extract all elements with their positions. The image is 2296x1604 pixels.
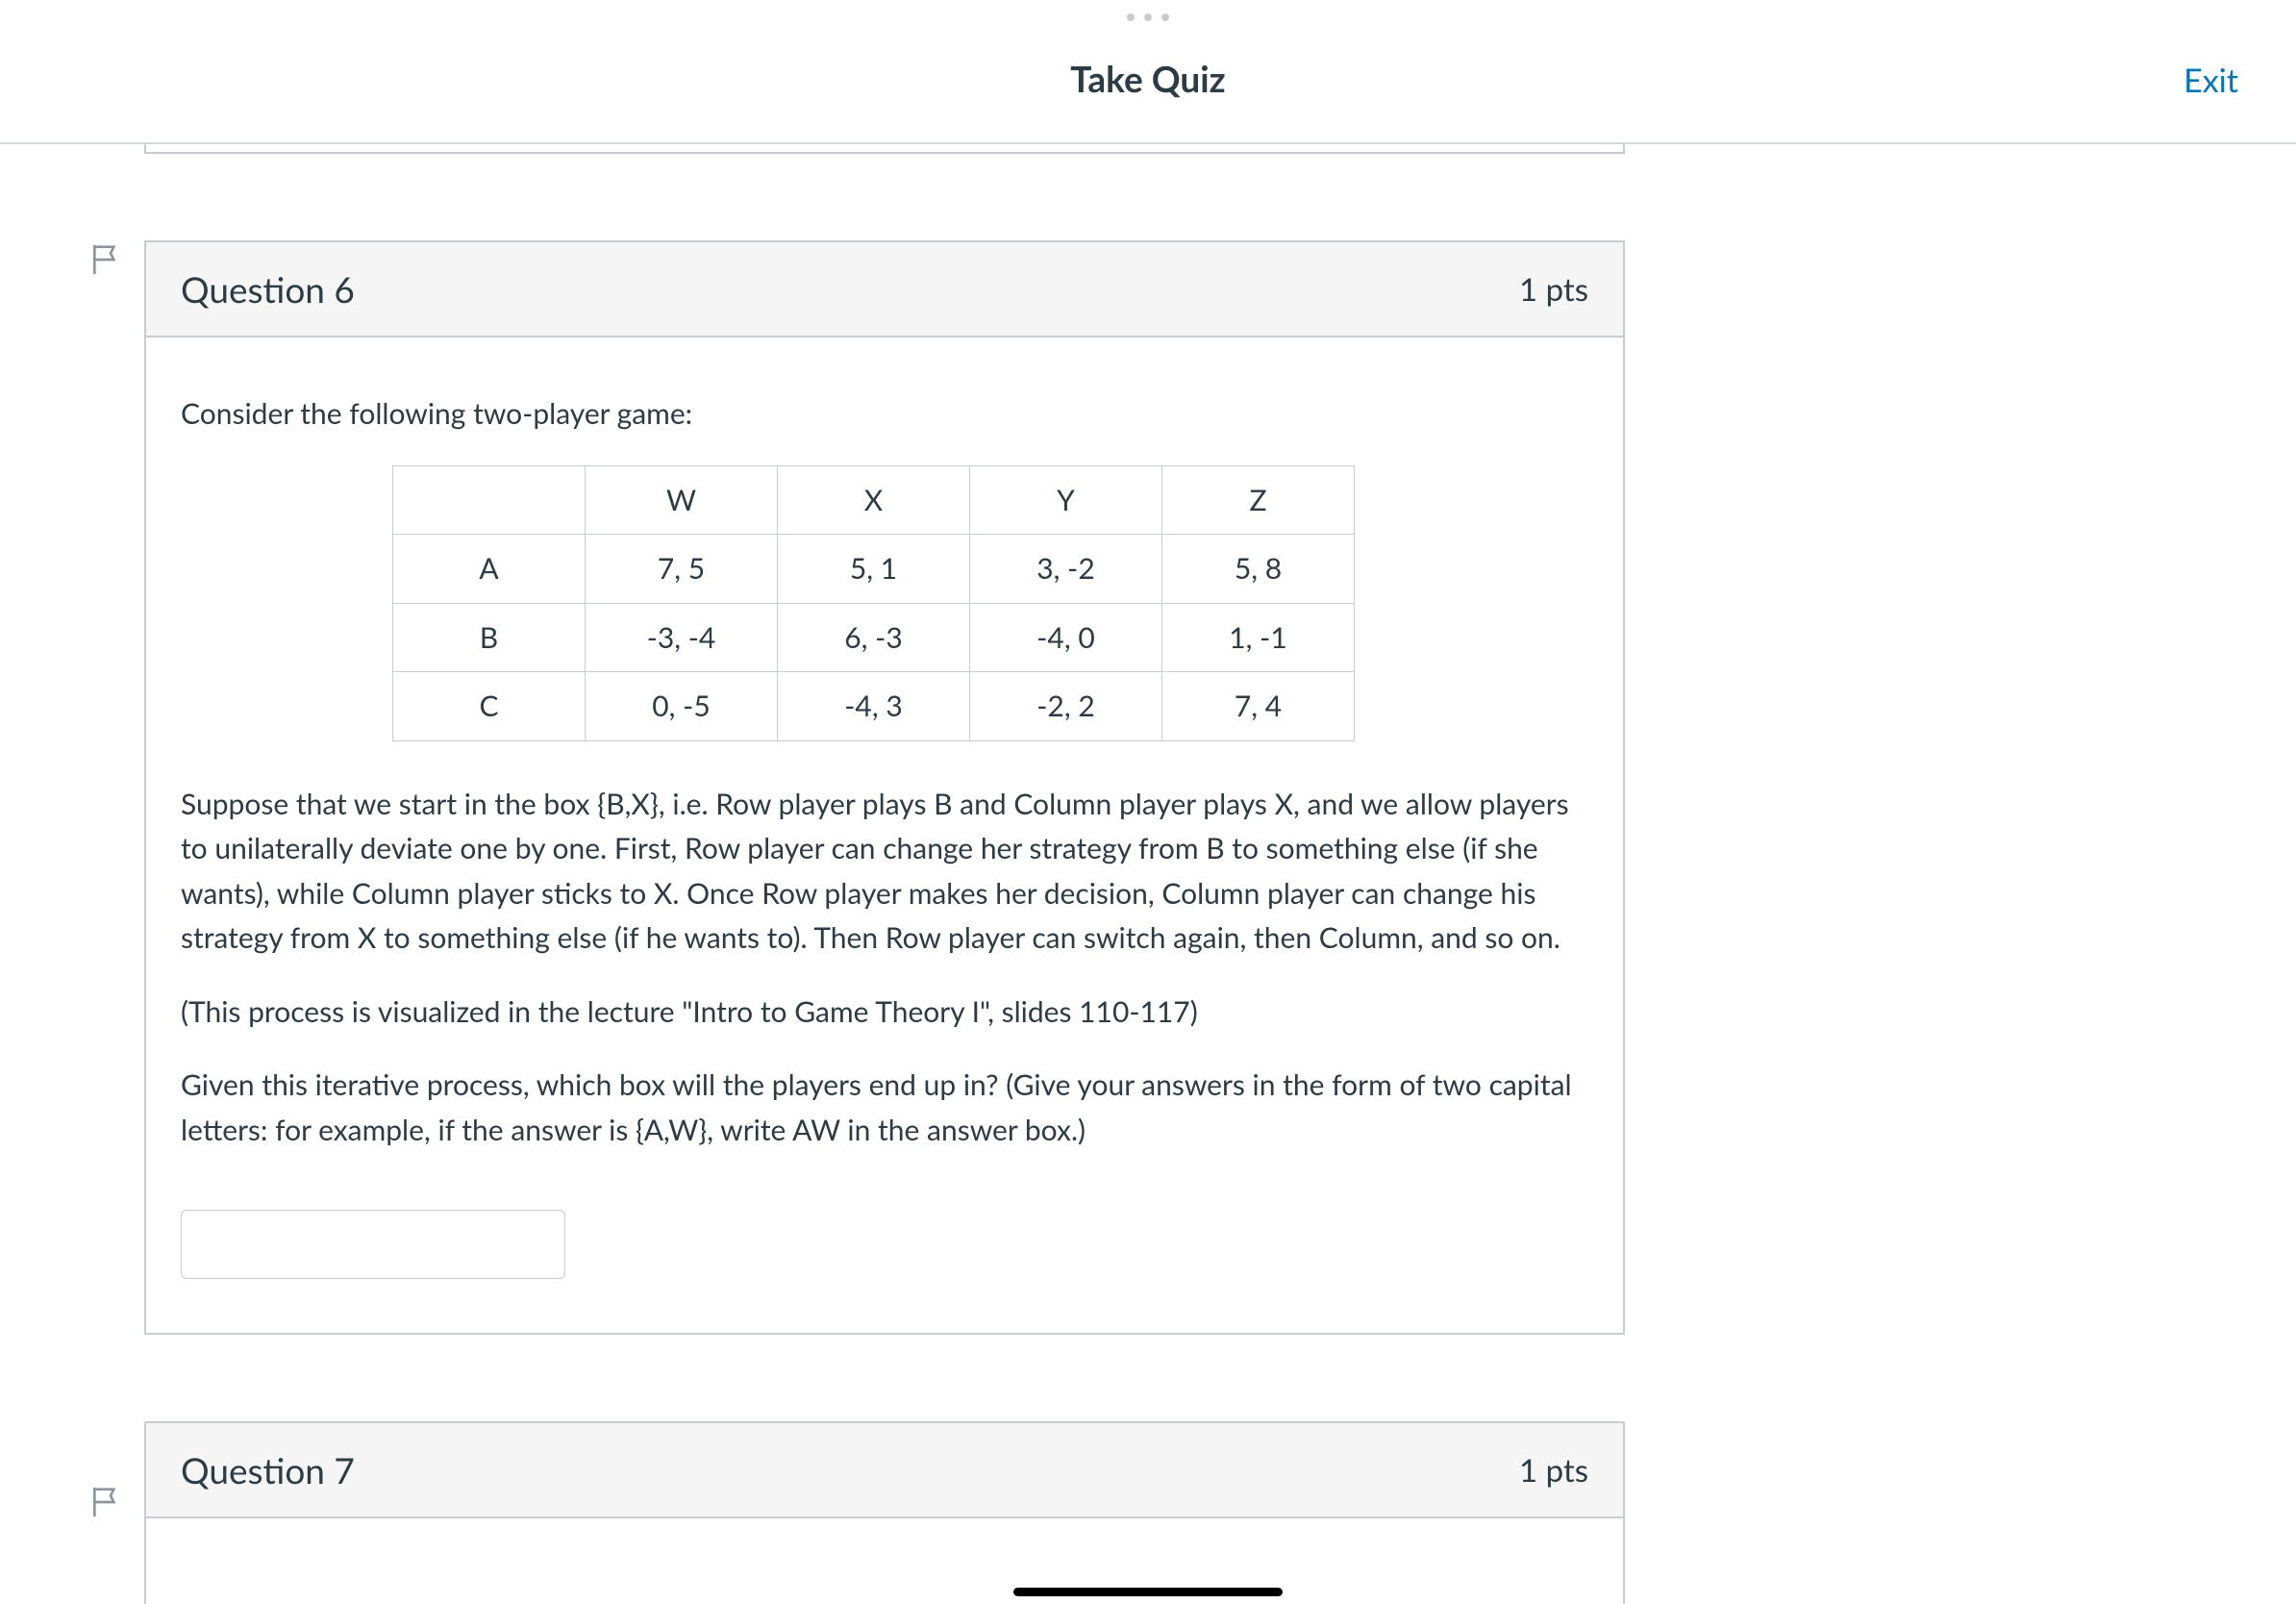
payoff-cell: 3, -2 — [970, 535, 1162, 604]
question-paragraph: (This process is visualized in the lectu… — [181, 990, 1588, 1035]
question-header: Question 6 1 pts — [146, 242, 1623, 338]
col-header: Z — [1162, 465, 1355, 535]
question-6-card: Question 6 1 pts Consider the following … — [144, 240, 1625, 1335]
payoff-cell: -4, 0 — [970, 603, 1162, 672]
payoff-cell: 1, -1 — [1162, 603, 1355, 672]
payoff-table: W X Y Z A 7, 5 5, 1 3, -2 5, 8 B -3, — [392, 465, 1355, 741]
question-points: 1 pts — [1519, 1451, 1588, 1490]
home-indicator — [1013, 1588, 1283, 1596]
question-paragraph: Suppose that we start in the box {B,X}, … — [181, 782, 1588, 961]
answer-input[interactable] — [181, 1210, 565, 1279]
col-header: X — [778, 465, 970, 535]
table-row: B -3, -4 6, -3 -4, 0 1, -1 — [393, 603, 1355, 672]
payoff-cell: 7, 5 — [586, 535, 778, 604]
payoff-cell: 5, 8 — [1162, 535, 1355, 604]
flag-question-icon[interactable] — [87, 240, 125, 279]
payoff-cell: -3, -4 — [586, 603, 778, 672]
question-7-card: Question 7 1 pts — [144, 1421, 1625, 1604]
payoff-cell: 0, -5 — [586, 672, 778, 741]
flag-question-icon[interactable] — [87, 1483, 125, 1521]
payoff-cell: -2, 2 — [970, 672, 1162, 741]
question-paragraph: Given this iterative process, which box … — [181, 1063, 1588, 1152]
title-bar: Take Quiz Exit — [0, 0, 2296, 144]
quiz-scroll-area[interactable]: Question 6 1 pts Consider the following … — [0, 144, 2296, 1604]
table-row: C 0, -5 -4, 3 -2, 2 7, 4 — [393, 672, 1355, 741]
table-row: A 7, 5 5, 1 3, -2 5, 8 — [393, 535, 1355, 604]
row-header: A — [393, 535, 586, 604]
question-intro: Consider the following two-player game: — [181, 391, 1588, 437]
page-title: Take Quiz — [1070, 57, 1225, 100]
question-title: Question 7 — [181, 1448, 355, 1491]
table-corner — [393, 465, 586, 535]
payoff-cell: 7, 4 — [1162, 672, 1355, 741]
payoff-cell: -4, 3 — [778, 672, 970, 741]
question-header: Question 7 1 pts — [146, 1423, 1623, 1518]
question-body: Consider the following two-player game: … — [146, 338, 1623, 1333]
question-body — [146, 1518, 1623, 1604]
previous-question-stub — [144, 144, 1625, 154]
row-header: B — [393, 603, 586, 672]
question-points: 1 pts — [1519, 270, 1588, 309]
payoff-cell: 6, -3 — [778, 603, 970, 672]
question-title: Question 6 — [181, 267, 355, 311]
col-header: W — [586, 465, 778, 535]
exit-link[interactable]: Exit — [2184, 61, 2238, 100]
row-header: C — [393, 672, 586, 741]
payoff-cell: 5, 1 — [778, 535, 970, 604]
col-header: Y — [970, 465, 1162, 535]
